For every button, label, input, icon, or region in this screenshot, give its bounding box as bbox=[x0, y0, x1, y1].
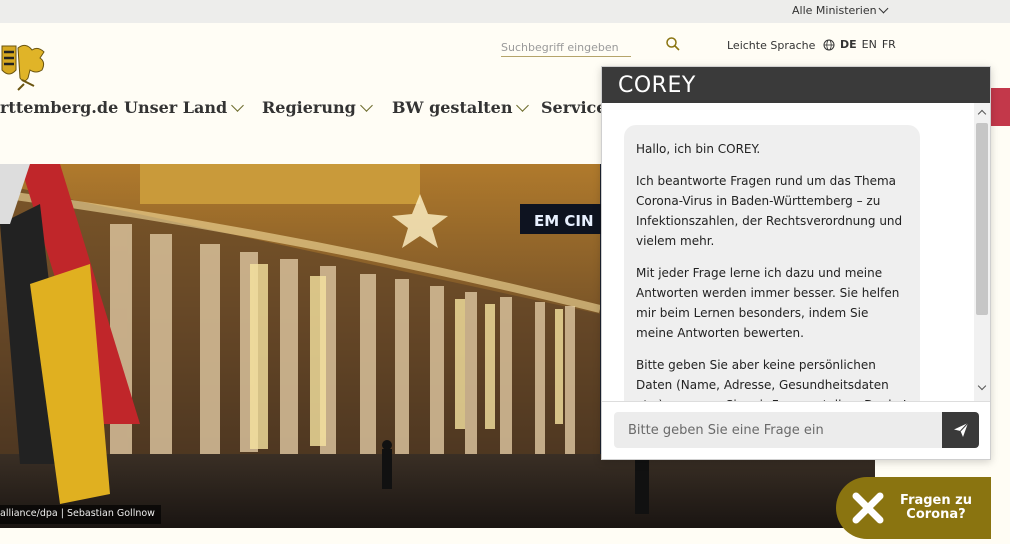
coat-of-arms-logo[interactable] bbox=[0, 40, 52, 92]
chat-question-input[interactable] bbox=[614, 412, 942, 448]
chat-input-area bbox=[602, 401, 990, 459]
chat-messages[interactable]: Hallo, ich bin COREY. Ich beantworte Fra… bbox=[602, 103, 990, 401]
corona-questions-button[interactable]: Fragen zu Corona? bbox=[836, 477, 991, 539]
bot-message: Hallo, ich bin COREY. Ich beantworte Fra… bbox=[624, 125, 920, 401]
nav-label: Unser Land bbox=[124, 98, 228, 117]
message-paragraph: Bitte geben Sie aber keine persönlichen … bbox=[636, 358, 907, 401]
language-en[interactable]: EN bbox=[862, 38, 877, 51]
corona-button-line1: Fragen zu bbox=[900, 493, 972, 508]
message-paragraph: Hallo, ich bin COREY. bbox=[636, 142, 761, 156]
scroll-up-icon[interactable] bbox=[977, 109, 987, 119]
cinema-sign: EM CIN bbox=[534, 212, 594, 230]
corey-chat-window: COREY Hallo, ich bin COREY. Ich beantwor… bbox=[601, 66, 991, 460]
chat-scrollbar[interactable] bbox=[974, 103, 990, 401]
search-icon[interactable] bbox=[665, 36, 681, 52]
image-caption: alliance/dpa | Sebastian Gollnow bbox=[0, 505, 161, 524]
top-bar: Alle Ministerien bbox=[0, 0, 1010, 23]
side-tab[interactable] bbox=[990, 88, 1010, 126]
scrollbar-thumb[interactable] bbox=[976, 123, 988, 315]
scroll-down-icon[interactable] bbox=[977, 381, 987, 391]
send-icon bbox=[953, 422, 968, 437]
language-switcher: DE EN FR bbox=[823, 38, 896, 51]
corona-button-line2: Corona? bbox=[906, 507, 966, 522]
alle-ministerien-dropdown[interactable]: Alle Ministerien bbox=[792, 3, 889, 17]
alle-ministerien-label: Alle Ministerien bbox=[792, 4, 877, 17]
chevron-down-icon bbox=[359, 98, 373, 112]
corona-button-label: Fragen zu Corona? bbox=[896, 494, 976, 522]
send-button[interactable] bbox=[942, 412, 979, 448]
chevron-down-icon bbox=[878, 3, 889, 14]
close-icon bbox=[852, 492, 884, 524]
site-name-link[interactable]: rttemberg.de bbox=[0, 98, 118, 117]
leichte-sprache-link[interactable]: Leichte Sprache bbox=[727, 39, 815, 52]
nav-regierung[interactable]: Regierung bbox=[262, 98, 373, 117]
language-fr[interactable]: FR bbox=[882, 38, 896, 51]
nav-unser-land[interactable]: Unser Land bbox=[124, 98, 245, 117]
message-paragraph: Ich beantworte Fragen rund um das Thema … bbox=[636, 174, 903, 248]
chevron-down-icon bbox=[231, 98, 245, 112]
search-input[interactable] bbox=[501, 37, 631, 58]
globe-icon bbox=[823, 39, 835, 50]
nav-bw-gestalten[interactable]: BW gestalten bbox=[392, 98, 530, 117]
nav-label: Service bbox=[541, 98, 607, 117]
message-paragraph: Mit jeder Frage lerne ich dazu und meine… bbox=[636, 266, 900, 340]
chat-title: COREY bbox=[618, 72, 696, 98]
chevron-down-icon bbox=[516, 98, 530, 112]
nav-label: BW gestalten bbox=[392, 98, 513, 117]
chat-header: COREY bbox=[602, 67, 990, 103]
nav-label: Regierung bbox=[262, 98, 356, 117]
search-field[interactable] bbox=[501, 36, 631, 58]
language-de[interactable]: DE bbox=[840, 38, 857, 51]
